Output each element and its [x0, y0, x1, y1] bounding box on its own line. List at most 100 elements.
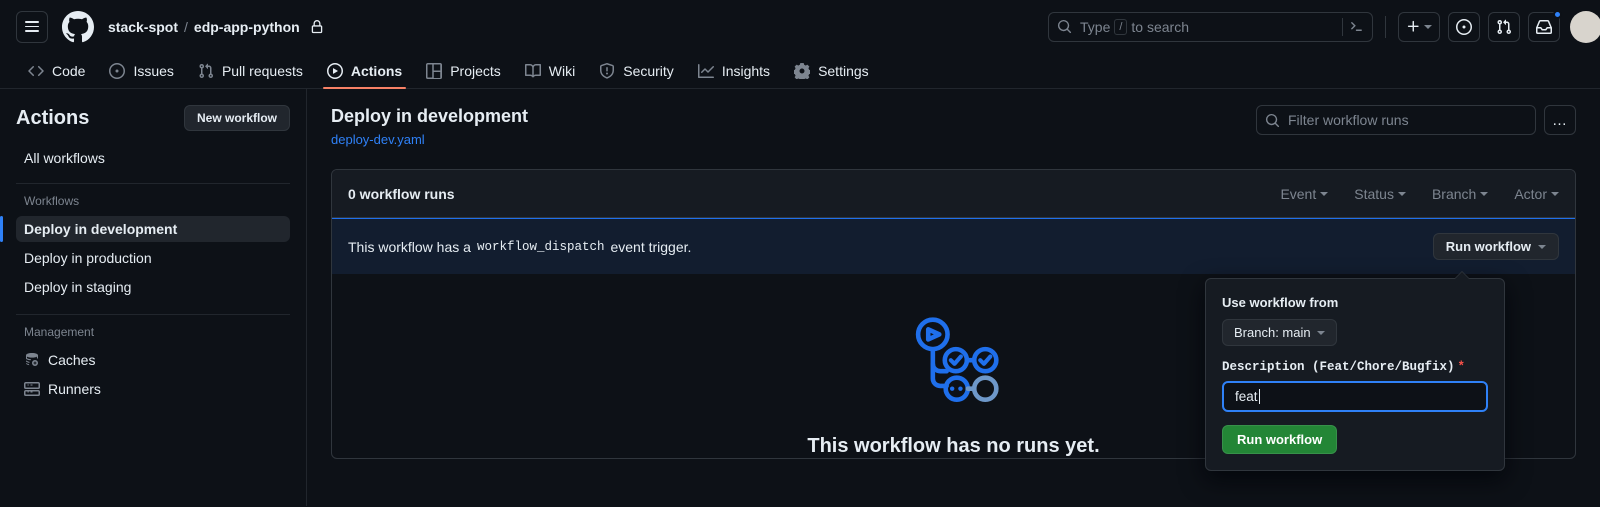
github-logo-icon[interactable]: [62, 10, 94, 43]
filter-branch-label: Branch: [1431, 185, 1477, 202]
text-cursor: [1258, 389, 1260, 404]
workflow-runs-filters: Event Status Branch Actor: [1280, 186, 1559, 202]
sidebar-item-label: Runners: [48, 381, 101, 397]
filter-workflow-runs-input[interactable]: Filter workflow runs: [1256, 105, 1536, 135]
tab-wiki-label: Wiki: [548, 62, 576, 79]
search-placeholder-suffix: to search: [1131, 18, 1190, 35]
chevron-down-icon: [1424, 24, 1432, 29]
tab-security-label: Security: [623, 62, 674, 79]
repository-nav: Code Issues Pull requests Actions Projec…: [0, 53, 1600, 89]
workflow-dispatch-text: This workflow has a workflow_dispatch ev…: [348, 239, 691, 255]
tab-projects[interactable]: Projects: [414, 53, 513, 88]
sidebar-item-deploy-in-staging[interactable]: Deploy in staging: [16, 274, 290, 300]
workflow-runs-toolbar: 0 workflow runs Event Status Branch Acto…: [332, 170, 1575, 219]
required-marker: *: [1457, 360, 1466, 374]
tab-actions-label: Actions: [350, 62, 403, 79]
breadcrumb-owner[interactable]: stack-spot: [108, 19, 178, 35]
page-title: Actions: [16, 106, 90, 129]
tab-settings[interactable]: Settings: [782, 53, 881, 88]
tab-pull-requests-label: Pull requests: [221, 62, 303, 79]
sidebar-item-caches[interactable]: Caches: [16, 347, 290, 373]
dispatch-text-suffix: event trigger.: [610, 238, 692, 255]
chevron-down-icon: [1480, 191, 1489, 196]
tab-issues-label: Issues: [133, 62, 174, 79]
description-field-label: Description (Feat/Chore/Bugfix) *: [1222, 360, 1488, 374]
sidebar-item-label: Deploy in staging: [24, 279, 132, 295]
sidebar-item-runners[interactable]: Runners: [16, 376, 290, 402]
issues-button[interactable]: [1448, 11, 1480, 42]
sidebar-item-deploy-in-development[interactable]: Deploy in development: [0, 216, 290, 242]
breadcrumb-repo[interactable]: edp-app-python: [194, 19, 300, 35]
new-workflow-button[interactable]: New workflow: [183, 105, 290, 131]
tab-insights[interactable]: Insights: [686, 53, 782, 88]
chevron-down-icon: [1538, 244, 1546, 249]
workflow-runs-count: 0 workflow runs: [348, 185, 455, 202]
tab-issues[interactable]: Issues: [97, 53, 185, 88]
sidebar-group-management-label: Management: [24, 325, 95, 339]
filter-actor-dropdown[interactable]: Actor: [1514, 186, 1559, 202]
tab-settings-label: Settings: [818, 62, 869, 79]
tab-insights-label: Insights: [721, 62, 771, 79]
search-icon: [1265, 113, 1280, 128]
sidebar-divider-1: [16, 183, 290, 184]
tab-pull-requests[interactable]: Pull requests: [186, 53, 315, 88]
tab-projects-label: Projects: [450, 62, 501, 79]
search-input[interactable]: Type / to search: [1048, 11, 1373, 42]
pull-requests-button[interactable]: [1488, 11, 1520, 42]
sidebar-item-label: Deploy in production: [24, 250, 152, 266]
search-slash-key: /: [1114, 18, 1128, 35]
filter-status-dropdown[interactable]: Status: [1354, 186, 1406, 202]
sidebar-divider-2: [16, 314, 290, 315]
filter-branch-dropdown[interactable]: Branch: [1431, 185, 1489, 202]
sidebar-item-deploy-in-production[interactable]: Deploy in production: [16, 245, 290, 271]
branch-selector-button[interactable]: Branch: main: [1222, 319, 1337, 346]
run-workflow-submit-button[interactable]: Run workflow: [1222, 425, 1338, 454]
workflow-dispatch-banner: This workflow has a workflow_dispatch ev…: [332, 218, 1575, 275]
tab-code-label: Code: [52, 62, 86, 79]
workflow-title: Deploy in development: [331, 106, 529, 126]
lock-icon: [310, 19, 324, 34]
tab-actions[interactable]: Actions: [315, 53, 414, 89]
global-header: stack-spot / edp-app-python Type / to se…: [0, 0, 1600, 53]
dispatch-event-code: workflow_dispatch: [476, 239, 605, 254]
chevron-down-icon: [1551, 191, 1559, 196]
description-input[interactable]: feat: [1222, 381, 1488, 412]
server-icon: [24, 381, 40, 397]
tab-wiki[interactable]: Wiki: [513, 53, 587, 88]
tab-code[interactable]: Code: [16, 53, 97, 88]
sidebar-group-workflows-label: Workflows: [24, 194, 80, 208]
overflow-menu-button[interactable]: …: [1544, 105, 1576, 135]
branch-selector-label: Branch: main: [1234, 325, 1311, 340]
breadcrumb-separator: /: [184, 18, 188, 35]
sidebar-item-label: Caches: [48, 352, 96, 368]
cache-icon: [24, 352, 40, 368]
terminal-icon[interactable]: [1342, 17, 1364, 36]
run-workflow-dropdown-button[interactable]: Run workflow: [1432, 233, 1559, 261]
run-workflow-popover: Use workflow from Branch: main Descripti…: [1205, 271, 1505, 471]
run-workflow-dropdown-label: Run workflow: [1445, 239, 1531, 255]
use-workflow-from-label: Use workflow from: [1222, 295, 1339, 310]
search-placeholder-prefix: Type: [1080, 18, 1111, 35]
filter-event-dropdown[interactable]: Event: [1280, 186, 1329, 202]
create-new-button[interactable]: [1398, 11, 1440, 42]
tab-security[interactable]: Security: [587, 53, 686, 88]
dispatch-text-prefix: This workflow has a: [348, 238, 471, 255]
workflow-header-actions: Filter workflow runs …: [1256, 105, 1576, 135]
workflow-file-link[interactable]: deploy-dev.yaml: [331, 132, 528, 147]
description-label-text: Description (Feat/Chore/Bugfix): [1222, 360, 1455, 374]
chevron-down-icon: [1397, 191, 1406, 196]
filter-status-label: Status: [1354, 185, 1394, 202]
notifications-button[interactable]: [1528, 9, 1562, 42]
header-actions: Type / to search: [1048, 9, 1600, 43]
filter-actor-label: Actor: [1514, 185, 1547, 202]
chevron-down-icon: [1316, 330, 1325, 335]
sidebar-item-all-workflows[interactable]: All workflows: [16, 145, 290, 171]
description-input-value: feat: [1235, 389, 1258, 404]
hamburger-menu-icon[interactable]: [16, 10, 48, 43]
avatar[interactable]: [1570, 10, 1600, 43]
filter-placeholder: Filter workflow runs: [1288, 112, 1409, 128]
workflow-header: Deploy in development deploy-dev.yaml Fi…: [331, 105, 1576, 147]
header-divider: [1385, 15, 1386, 38]
workflow-graph-illustration: [908, 316, 1000, 413]
breadcrumb: stack-spot / edp-app-python: [108, 19, 324, 35]
